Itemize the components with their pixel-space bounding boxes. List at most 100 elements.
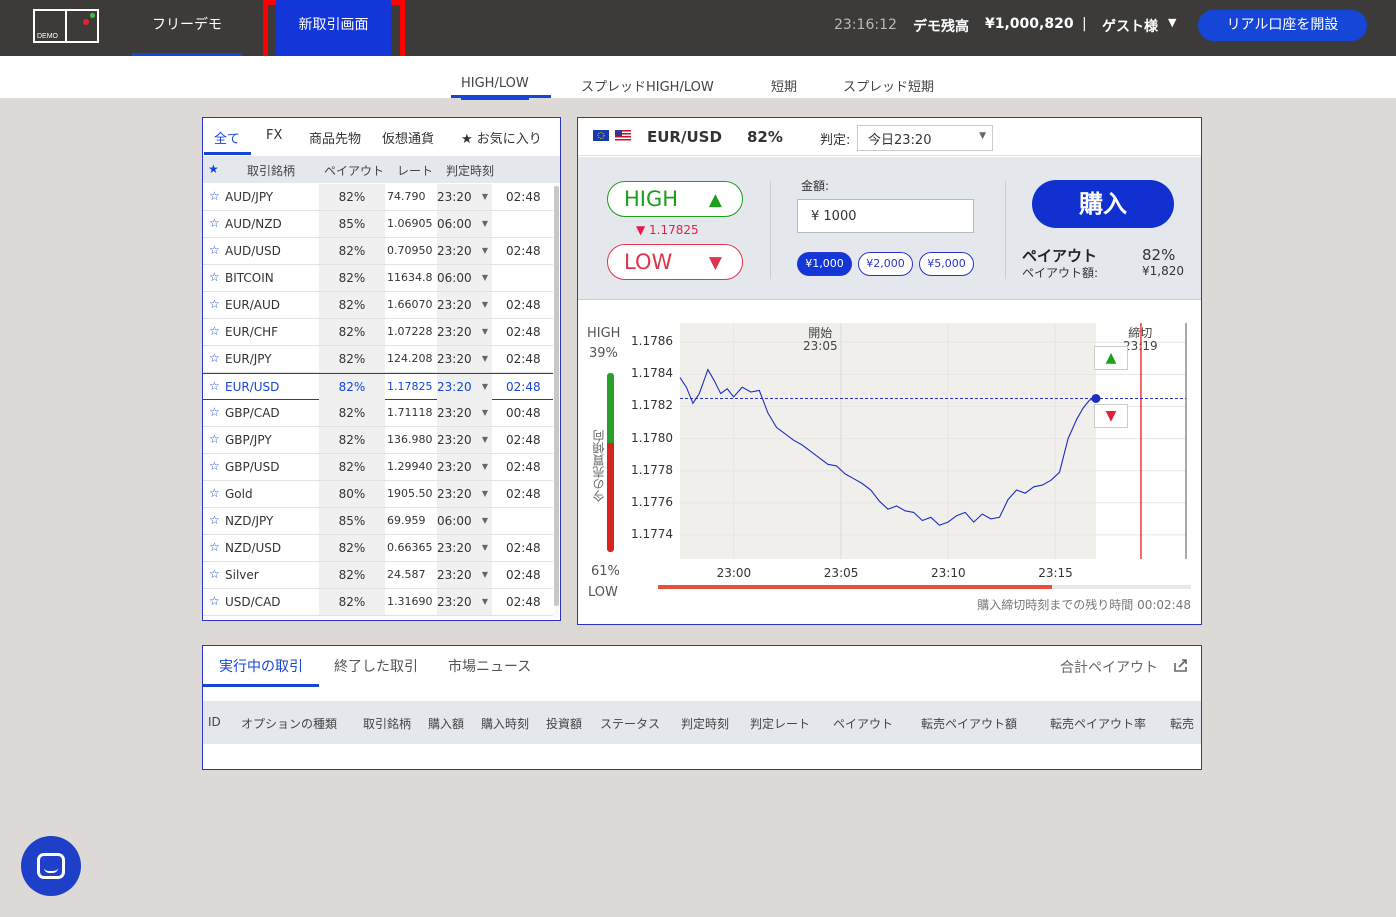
active-filter-underline xyxy=(204,152,251,155)
tab-closed-trades[interactable]: 終了した取引 xyxy=(334,656,418,676)
favorite-star-icon[interactable]: ☆ xyxy=(209,567,220,581)
favorite-star-icon[interactable]: ☆ xyxy=(209,513,220,527)
star-icon[interactable]: ★ xyxy=(208,162,219,176)
filter-favorites[interactable]: ★ お気に入り xyxy=(461,128,542,147)
asset-row[interactable]: ☆ AUD/JPY 82% 74.790 23:20 ▼ 02:48 xyxy=(203,184,553,211)
asset-judge-time-select[interactable]: 23:20 ▼ xyxy=(437,589,492,615)
tab-spread-short-term[interactable]: スプレッド短期 xyxy=(843,76,934,95)
asset-row[interactable]: ☆ GBP/CAD 82% 1.71118 23:20 ▼ 00:48 xyxy=(203,400,553,427)
chevron-down-icon: ▼ xyxy=(481,516,488,525)
asset-judge-time-select[interactable]: 23:20 ▼ xyxy=(437,374,492,400)
nav-new-trade-screen[interactable]: 新取引画面 xyxy=(276,0,391,56)
asset-row[interactable]: ☆ NZD/USD 82% 0.66365 23:20 ▼ 02:48 xyxy=(203,535,553,562)
quick-high-button[interactable]: ▲ xyxy=(1094,346,1128,370)
asset-list-header: ★ 取引銘柄 ペイアウト レート 判定時刻 xyxy=(203,156,560,183)
favorite-star-icon[interactable]: ☆ xyxy=(209,405,220,419)
trade-header: EUR/USD 82% 判定: 今日23:20 ▼ xyxy=(578,118,1201,156)
asset-row[interactable]: ☆ GBP/USD 82% 1.29940 23:20 ▼ 02:48 xyxy=(203,454,553,481)
asset-judge-time: 23:20 xyxy=(437,460,472,474)
asset-judge-time-select[interactable]: 23:20 ▼ xyxy=(437,346,492,372)
asset-judge-time-select[interactable]: 23:20 ▼ xyxy=(437,400,492,426)
payout-amount-label: ペイアウト額: xyxy=(1022,266,1099,280)
asset-judge-time-select[interactable]: 23:20 ▼ xyxy=(437,319,492,345)
low-button[interactable]: LOW ▼ xyxy=(607,244,743,280)
high-button[interactable]: HIGH ▲ xyxy=(607,181,743,217)
scrollbar-thumb[interactable] xyxy=(554,186,559,606)
asset-row[interactable]: ☆ USD/CAD 82% 1.31690 23:20 ▼ 02:48 xyxy=(203,589,553,616)
favorite-star-icon[interactable]: ☆ xyxy=(209,216,220,230)
nav-free-demo[interactable]: フリーデモ xyxy=(132,0,242,56)
user-menu[interactable]: ゲスト様 xyxy=(1102,16,1158,36)
export-icon[interactable] xyxy=(1173,657,1189,673)
asset-row[interactable]: ☆ GBP/JPY 82% 136.980 23:20 ▼ 02:48 xyxy=(203,427,553,454)
asset-payout: 82% xyxy=(319,454,385,480)
amount-chip-2000[interactable]: ¥2,000 xyxy=(858,252,913,276)
start-time: 23:05 xyxy=(803,339,838,353)
divider xyxy=(1005,181,1006,279)
asset-row[interactable]: ☆ EUR/USD 82% 1.17825 23:20 ▼ 02:48 xyxy=(203,373,553,400)
favorite-star-icon[interactable]: ☆ xyxy=(209,379,220,393)
asset-judge-time-select[interactable]: 23:20 ▼ xyxy=(437,535,492,561)
asset-judge-time-select[interactable]: 23:20 ▼ xyxy=(437,292,492,318)
asset-judge-time-select[interactable]: 23:20 ▼ xyxy=(437,454,492,480)
tab-short-term[interactable]: 短期 xyxy=(771,76,797,95)
favorite-star-icon[interactable]: ☆ xyxy=(209,270,220,284)
favorite-star-icon[interactable]: ☆ xyxy=(209,486,220,500)
filter-crypto[interactable]: 仮想通貨 xyxy=(382,128,434,147)
asset-rate: 1.17825 xyxy=(387,380,433,393)
favorite-star-icon[interactable]: ☆ xyxy=(209,459,220,473)
top-bar: DEMO フリーデモ 新取引画面 23:16:12 デモ残高 ¥1,000,82… xyxy=(0,0,1396,69)
caret-down-icon[interactable]: ▼ xyxy=(1168,16,1176,29)
demo-logo[interactable]: DEMO xyxy=(33,9,99,43)
amount-chip-5000[interactable]: ¥5,000 xyxy=(919,252,974,276)
asset-payout: 82% xyxy=(319,346,385,372)
asset-row[interactable]: ☆ EUR/JPY 82% 124.208 23:20 ▼ 02:48 xyxy=(203,346,553,373)
asset-judge-time-select[interactable]: 23:20 ▼ xyxy=(437,481,492,507)
favorite-star-icon[interactable]: ☆ xyxy=(209,351,220,365)
filter-all[interactable]: 全て xyxy=(214,128,240,147)
favorite-star-icon[interactable]: ☆ xyxy=(209,432,220,446)
active-subtab-underline xyxy=(451,95,551,98)
asset-row[interactable]: ☆ EUR/CHF 82% 1.07228 23:20 ▼ 02:48 xyxy=(203,319,553,346)
tab-open-trades[interactable]: 実行中の取引 xyxy=(219,656,303,676)
asset-judge-time: 23:20 xyxy=(437,298,472,312)
favorite-star-icon[interactable]: ☆ xyxy=(209,243,220,257)
amount-input[interactable] xyxy=(797,199,974,233)
buy-button[interactable]: 購入 xyxy=(1032,180,1174,228)
favorite-star-icon[interactable]: ☆ xyxy=(209,540,220,554)
asset-name: Silver xyxy=(225,568,259,582)
col-asset: 取引銘柄 xyxy=(363,717,412,731)
favorite-star-icon[interactable]: ☆ xyxy=(209,189,220,203)
asset-judge-time-select[interactable]: 06:00 ▼ xyxy=(437,211,492,237)
asset-row[interactable]: ☆ AUD/USD 82% 0.70950 23:20 ▼ 02:48 xyxy=(203,238,553,265)
asset-judge-time-select[interactable]: 06:00 ▼ xyxy=(437,265,492,291)
tab-market-news[interactable]: 市場ニュース xyxy=(448,656,531,676)
filter-fx[interactable]: FX xyxy=(266,128,282,143)
judge-time-select[interactable]: 今日23:20 ▼ xyxy=(857,125,993,151)
favorite-star-icon[interactable]: ☆ xyxy=(209,297,220,311)
asset-list-scrollbar[interactable] xyxy=(554,184,559,618)
asset-remaining: 02:48 xyxy=(506,244,541,258)
favorite-star-icon[interactable]: ☆ xyxy=(209,324,220,338)
quick-low-button[interactable]: ▼ xyxy=(1094,404,1128,428)
asset-row[interactable]: ☆ AUD/NZD 85% 1.06905 06:00 ▼ xyxy=(203,211,553,238)
asset-row[interactable]: ☆ EUR/AUD 82% 1.66070 23:20 ▼ 02:48 xyxy=(203,292,553,319)
asset-row[interactable]: ☆ NZD/JPY 85% 69.959 06:00 ▼ xyxy=(203,508,553,535)
asset-judge-time-select[interactable]: 23:20 ▼ xyxy=(437,562,492,588)
asset-row[interactable]: ☆ Silver 82% 24.587 23:20 ▼ 02:48 xyxy=(203,562,553,589)
filter-commodities[interactable]: 商品先物 xyxy=(309,128,361,147)
asset-judge-time-select[interactable]: 06:00 ▼ xyxy=(437,508,492,534)
tab-spread-high-low[interactable]: スプレッドHIGH/LOW xyxy=(581,76,714,95)
asset-judge-time-select[interactable]: 23:20 ▼ xyxy=(437,238,492,264)
chat-button[interactable] xyxy=(21,836,81,896)
asset-judge-time-select[interactable]: 23:20 ▼ xyxy=(437,184,492,210)
amount-chip-1000[interactable]: ¥1,000 xyxy=(797,252,852,276)
favorite-star-icon[interactable]: ☆ xyxy=(209,594,220,608)
open-real-account-button[interactable]: リアル口座を開設 xyxy=(1198,10,1367,41)
asset-row[interactable]: ☆ Gold 80% 1905.50 23:20 ▼ 02:48 xyxy=(203,481,553,508)
y-tick-label: 1.1784 xyxy=(631,366,673,381)
asset-row[interactable]: ☆ BITCOIN 82% 11634.8 06:00 ▼ xyxy=(203,265,553,292)
asset-judge-time-select[interactable]: 23:20 ▼ xyxy=(437,427,492,453)
chevron-down-icon: ▼ xyxy=(481,597,488,606)
chart-elapsed-area xyxy=(680,323,1096,559)
